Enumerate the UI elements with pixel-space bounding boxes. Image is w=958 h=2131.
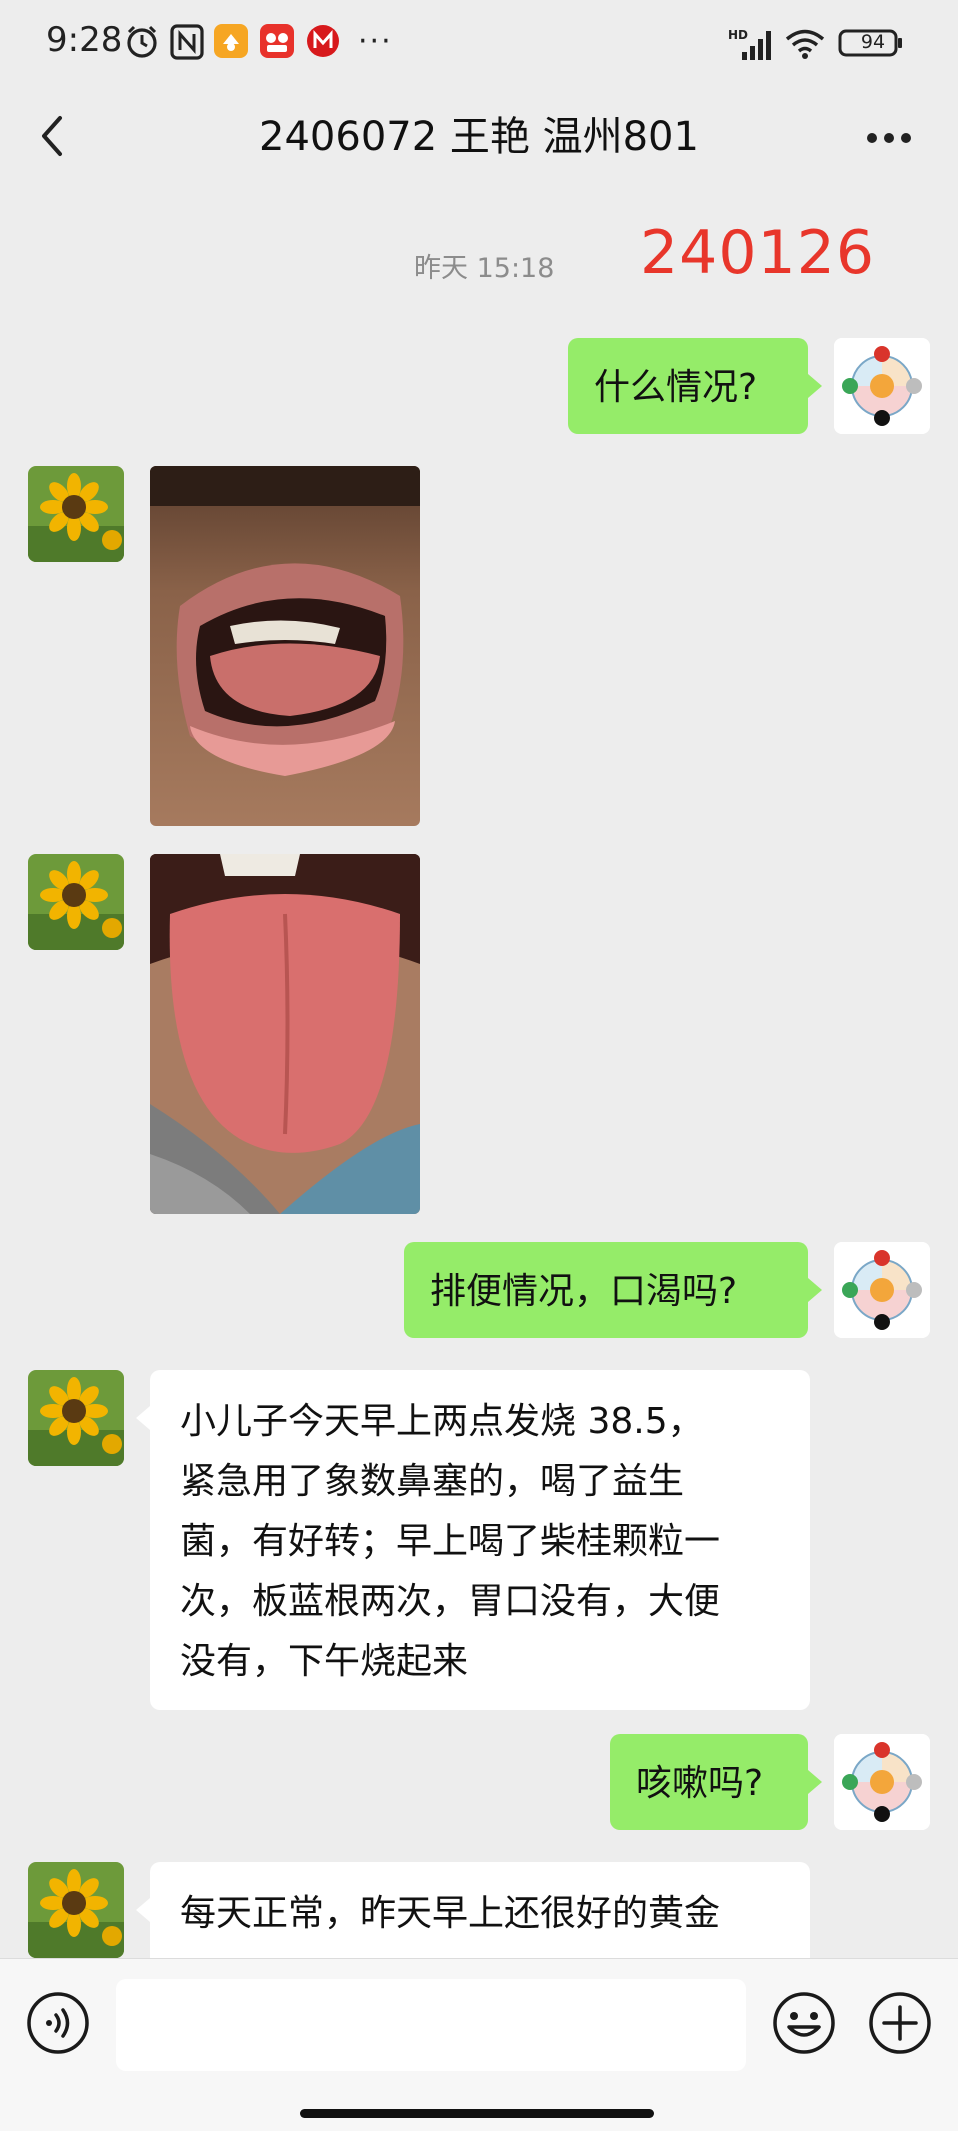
nfc-icon [170, 24, 204, 64]
home-indicator[interactable] [300, 2109, 654, 2118]
message-timestamp: 昨天 15:18 [414, 253, 555, 284]
message-input[interactable] [116, 1979, 746, 2071]
app-notification-icon [214, 24, 248, 62]
status-time: 9:28 [46, 20, 123, 60]
chat-title: 2406072 王艳 温州801 [259, 114, 699, 160]
chat-header: 2406072 王艳 温州801 [0, 88, 958, 188]
contact-avatar[interactable] [28, 1370, 124, 1466]
app-notification-icon [306, 24, 340, 62]
message-list[interactable]: 昨天 15:18 240126 什么情况? 排便情况，口渴吗? 小儿子今天早上两… [0, 190, 958, 1958]
status-bar: 9:28 ··· HD 94 [0, 0, 958, 88]
contact-avatar[interactable] [28, 466, 124, 562]
plus-icon[interactable] [868, 1991, 932, 2059]
message-bubble-incoming[interactable]: 每天正常，昨天早上还很好的黄金 [150, 1862, 810, 1958]
message-line: 没有，下午烧起来 [180, 1641, 469, 1682]
more-notifications: ··· [358, 24, 393, 59]
message-bubble-outgoing[interactable]: 什么情况? [568, 338, 808, 434]
app-notification-icon [260, 24, 294, 62]
message-line: 小儿子今天早上两点发烧 38.5， [180, 1401, 704, 1442]
message-image[interactable] [150, 466, 420, 826]
message-bubble-outgoing[interactable]: 咳嗽吗? [610, 1734, 808, 1830]
message-line: 次，板蓝根两次，胃口没有，大便 [180, 1581, 721, 1622]
voice-icon[interactable] [26, 1991, 90, 2059]
bubble-tail [136, 1898, 150, 1922]
contact-avatar[interactable] [28, 1862, 124, 1958]
message-line: 每天正常，昨天早上还很好的黄金 [180, 1893, 721, 1934]
handwritten-annotation: 240126 [640, 218, 876, 288]
message-line: 紧急用了象数鼻塞的，喝了益生 [180, 1461, 685, 1502]
my-avatar[interactable] [834, 1734, 930, 1830]
message-line: 菌，有好转；早上喝了柴桂颗粒一 [180, 1521, 721, 1562]
message-bubble-outgoing[interactable]: 排便情况，口渴吗? [404, 1242, 808, 1338]
battery-level: 94 [860, 31, 886, 53]
alarm-icon [124, 24, 160, 64]
emoji-icon[interactable] [772, 1991, 836, 2059]
bubble-tail [808, 1278, 822, 1302]
message-image[interactable] [150, 854, 420, 1214]
more-icon[interactable] [862, 118, 916, 162]
bubble-tail [808, 1770, 822, 1794]
svg-text:HD: HD [728, 28, 748, 42]
signal-icon: HD [728, 28, 774, 66]
bubble-tail [136, 1406, 150, 1430]
message-bubble-incoming[interactable]: 小儿子今天早上两点发烧 38.5， 紧急用了象数鼻塞的，喝了益生 菌，有好转；早… [150, 1370, 810, 1710]
my-avatar[interactable] [834, 338, 930, 434]
my-avatar[interactable] [834, 1242, 930, 1338]
bubble-tail [808, 374, 822, 398]
input-bar [0, 1958, 958, 2131]
wifi-icon [784, 28, 826, 64]
contact-avatar[interactable] [28, 854, 124, 950]
